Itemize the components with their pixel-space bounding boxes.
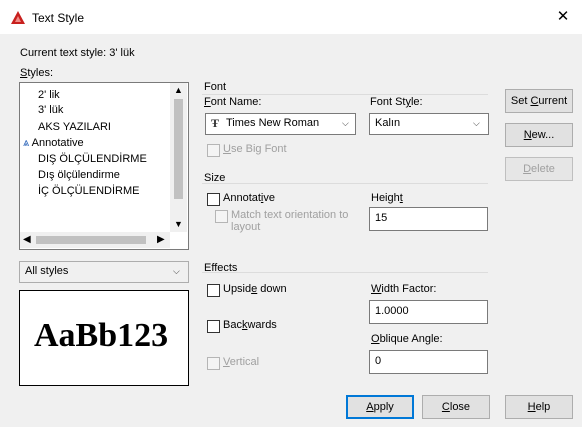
styles-hscrollbar[interactable]: ◀ ▶ bbox=[20, 232, 170, 248]
match-orientation-label: Match text orientation to layout bbox=[231, 209, 349, 233]
scroll-up-icon[interactable]: ▲ bbox=[174, 85, 183, 95]
font-group-label: Font bbox=[204, 81, 227, 93]
title-bar bbox=[0, 0, 582, 34]
match-orientation-checkbox[interactable] bbox=[215, 210, 228, 223]
font-name-dropdown[interactable]: Ŧ Times New Roman ⌵ bbox=[205, 113, 356, 135]
font-name-label: Font Name: bbox=[204, 96, 262, 108]
scroll-down-icon[interactable]: ▼ bbox=[174, 219, 183, 229]
oblique-angle-value: 0 bbox=[375, 355, 382, 367]
height-input[interactable]: 15 bbox=[369, 207, 488, 231]
vertical-label: Vertical bbox=[223, 356, 260, 368]
vertical-checkbox[interactable] bbox=[207, 357, 220, 370]
upside-down-checkbox[interactable] bbox=[207, 284, 220, 297]
current-style-value: 3' lük bbox=[109, 47, 135, 59]
hscroll-thumb[interactable] bbox=[36, 236, 146, 244]
style-item-dis-olculendirme-upper[interactable]: DIŞ ÖLÇÜLENDİRME bbox=[38, 153, 147, 165]
width-factor-value: 1.0000 bbox=[375, 305, 409, 317]
current-style-line: Current text style: 3' lük bbox=[20, 47, 135, 59]
style-item-annotative-label: Annotative bbox=[31, 137, 84, 149]
scroll-left-icon[interactable]: ◀ bbox=[23, 234, 31, 245]
style-preview: AaBb123 bbox=[19, 290, 189, 386]
help-button[interactable]: Help bbox=[505, 395, 573, 419]
use-big-font-label: Use Big Font bbox=[223, 143, 287, 155]
upside-down-label: Upside down bbox=[223, 283, 287, 295]
style-item-dis-olculendirme[interactable]: Dış ölçülendirme bbox=[38, 169, 120, 181]
new-button[interactable]: New... bbox=[505, 123, 573, 147]
style-item-ic-olculendirme[interactable]: İÇ ÖLÇÜLENDİRME bbox=[38, 185, 139, 197]
autocad-red-triangle-icon bbox=[11, 11, 25, 24]
height-value: 15 bbox=[375, 212, 388, 224]
oblique-angle-label: Oblique Angle: bbox=[371, 333, 443, 345]
styles-label: Styles: bbox=[20, 67, 54, 79]
close-window-button[interactable]: ✕ bbox=[553, 7, 573, 27]
width-factor-label: Width Factor: bbox=[371, 283, 437, 295]
annotative-icon: ⩓ bbox=[23, 137, 30, 149]
apply-button[interactable]: Apply bbox=[346, 395, 414, 419]
style-item-annotative[interactable]: ⩓ Annotative bbox=[23, 137, 84, 150]
annotative-label: Annotative bbox=[223, 192, 275, 204]
style-item-3luk[interactable]: 3' lük bbox=[38, 104, 63, 116]
styles-vscrollbar[interactable]: ▲ ▼ bbox=[170, 83, 187, 232]
styles-filter-value: All styles bbox=[25, 265, 69, 277]
current-style-label: Current text style: bbox=[20, 47, 107, 59]
font-style-label: Font Style: bbox=[370, 96, 423, 108]
vscroll-thumb[interactable] bbox=[174, 99, 183, 199]
chevron-down-icon: ⌵ bbox=[473, 118, 480, 128]
font-name-value: Times New Roman bbox=[226, 117, 320, 129]
preview-sample-text: AaBb123 bbox=[34, 317, 169, 354]
font-style-dropdown[interactable]: Kalın ⌵ bbox=[369, 113, 489, 135]
styles-listbox[interactable]: 2' lik 3' lük AKS YAZILARI ⩓ Annotative … bbox=[19, 82, 189, 250]
width-factor-input[interactable]: 1.0000 bbox=[369, 300, 488, 324]
chevron-down-icon: ⌵ bbox=[173, 266, 180, 276]
height-label: Height bbox=[371, 192, 403, 204]
backwards-label: Backwards bbox=[223, 319, 277, 331]
window-title: Text Style bbox=[32, 11, 85, 25]
delete-button[interactable]: Delete bbox=[505, 157, 573, 181]
close-button[interactable]: Close bbox=[422, 395, 490, 419]
scroll-right-icon[interactable]: ▶ bbox=[157, 234, 165, 245]
chevron-down-icon: ⌵ bbox=[342, 118, 349, 128]
set-current-button[interactable]: Set Current bbox=[505, 89, 573, 113]
oblique-angle-input[interactable]: 0 bbox=[369, 350, 488, 374]
style-item-2lik[interactable]: 2' lik bbox=[38, 89, 60, 101]
style-item-aks-yazilari[interactable]: AKS YAZILARI bbox=[38, 121, 111, 133]
styles-filter-dropdown[interactable]: All styles ⌵ bbox=[19, 261, 189, 283]
backwards-checkbox[interactable] bbox=[207, 320, 220, 333]
font-style-value: Kalın bbox=[375, 117, 401, 129]
truetype-icon: Ŧ bbox=[211, 116, 220, 130]
annotative-checkbox[interactable] bbox=[207, 193, 220, 206]
use-big-font-checkbox[interactable] bbox=[207, 144, 220, 157]
